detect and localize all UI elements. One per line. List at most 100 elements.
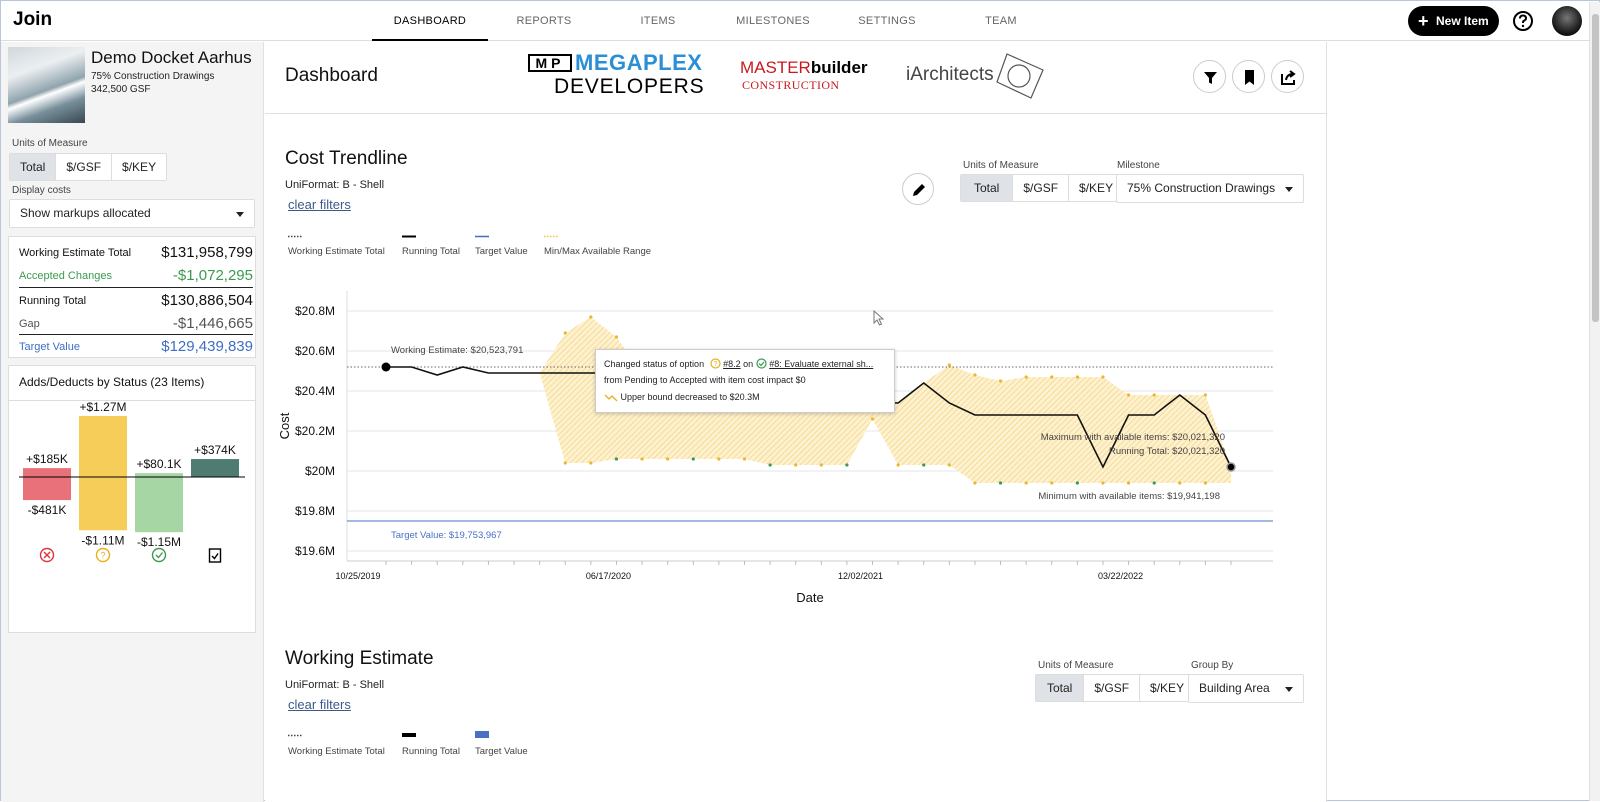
- summary-label: Running Total: [19, 295, 87, 307]
- project-area: 342,500 GSF: [91, 84, 151, 95]
- range-min-point: [1152, 481, 1156, 485]
- summary-row-working-estimate: Working Estimate Total $131,958,799: [19, 239, 253, 262]
- summary-value: -$1,446,665: [172, 315, 253, 332]
- trendline-clear-filters-link[interactable]: clear filters: [288, 197, 351, 212]
- range-max-point: [1203, 393, 1207, 397]
- legend-target-value: Target Value: [475, 246, 528, 257]
- we-units-gsf-button[interactable]: $/GSF: [1084, 675, 1141, 701]
- tooltip-item-link[interactable]: #8: Evaluate external sh...: [769, 359, 873, 369]
- svg-text:?: ?: [713, 361, 717, 368]
- range-min-point: [742, 457, 747, 461]
- range-max-point: [563, 331, 567, 335]
- legend-range-mark: [544, 235, 558, 238]
- legend-dotted-mark: [288, 734, 302, 737]
- we-units-total-button[interactable]: Total: [1036, 675, 1085, 701]
- tab-items[interactable]: ITEMS: [600, 1, 716, 41]
- range-max-point: [1075, 375, 1079, 379]
- tab-settings[interactable]: SETTINGS: [829, 1, 945, 41]
- status-add-label: +$374K: [194, 443, 236, 457]
- tab-reports[interactable]: REPORTS: [486, 1, 602, 41]
- filter-button[interactable]: [1193, 60, 1226, 93]
- trendline-units-total-button[interactable]: Total: [961, 175, 1014, 201]
- app-logo[interactable]: Join: [13, 9, 52, 31]
- status-deduct-label: -$1.11M: [81, 533, 124, 547]
- display-costs-value: Show markups allocated: [20, 206, 151, 220]
- tooltip-line-2: from Pending to Accepted with item cost …: [604, 375, 806, 385]
- project-name: Demo Docket Aarhus: [91, 48, 252, 67]
- page-scrollbar[interactable]: [1589, 2, 1600, 801]
- legend-working-estimate: Working Estimate Total: [288, 246, 385, 257]
- share-button[interactable]: [1271, 60, 1304, 93]
- range-min-point: [1203, 481, 1207, 485]
- y-tick-label: $20.6M: [295, 344, 335, 358]
- tooltip-text: Changed status of option: [604, 359, 705, 369]
- trendline-units-gsf-button[interactable]: $/GSF: [1013, 175, 1070, 201]
- y-tick-label: $20.2M: [295, 424, 335, 438]
- status-add-label: +$1.27M: [79, 402, 126, 414]
- summary-value: -$1,072,295: [172, 267, 253, 284]
- legend-line-mark: [402, 733, 416, 737]
- tab-team[interactable]: TEAM: [943, 1, 1059, 41]
- cost-trendline-chart[interactable]: $20.8M $20.6M $20.4M $20.2M $20M $19.8M $19.6M…: [265, 281, 1327, 621]
- bookmark-button[interactable]: [1232, 60, 1265, 93]
- caret-down-icon: [1285, 187, 1293, 192]
- top-nav: Join DASHBOARD REPORTS ITEMS MILESTONES …: [1, 1, 1589, 41]
- help-icon[interactable]: [1512, 10, 1534, 32]
- range-min-point: [1075, 481, 1079, 485]
- pending-status-icon: ?: [709, 358, 721, 369]
- status-bar-add: [191, 459, 239, 477]
- range-min-point: [1050, 481, 1054, 485]
- megaplex-subtitle: DEVELOPERS: [554, 75, 705, 98]
- new-item-label: New Item: [1436, 14, 1489, 28]
- icon-part: [211, 553, 219, 560]
- new-item-button[interactable]: + New Item: [1408, 6, 1499, 36]
- units-key-button[interactable]: $/KEY: [112, 154, 166, 180]
- legend-working-estimate: Working Estimate Total: [288, 746, 385, 757]
- x-tick-label: 03/22/2022: [1098, 571, 1143, 581]
- range-min-point: [973, 481, 977, 485]
- display-costs-select[interactable]: Show markups allocated: [9, 199, 255, 228]
- clipboard-check-icon: [208, 548, 222, 563]
- range-min-point: [1101, 481, 1105, 485]
- working-estimate-clear-filters-link[interactable]: clear filters: [288, 697, 351, 712]
- status-deduct-label: -$481K: [28, 503, 67, 517]
- plus-icon: +: [1418, 11, 1429, 31]
- working-estimate-title: Working Estimate: [285, 648, 434, 669]
- min-annotation: Minimum with available items: $19,941,19…: [1038, 491, 1220, 502]
- decrease-trend-icon: [604, 394, 618, 402]
- status-chart-title: Adds/Deducts by Status (23 Items): [19, 375, 205, 389]
- start-point: [381, 362, 391, 372]
- y-tick-label: $19.8M: [295, 504, 335, 518]
- user-avatar[interactable]: [1552, 6, 1582, 36]
- target-value-annotation: Target Value: $19,753,967: [391, 530, 502, 541]
- legend-target-mark: [475, 731, 489, 738]
- summary-label: Gap: [19, 318, 40, 330]
- summary-label: Accepted Changes: [19, 270, 112, 282]
- edit-trendline-button[interactable]: [902, 173, 934, 205]
- we-units-key-button[interactable]: $/KEY: [1140, 675, 1194, 701]
- group-by-value: Building Area: [1199, 681, 1270, 695]
- tab-dashboard[interactable]: DASHBOARD: [372, 1, 488, 41]
- trendline-units-key-button[interactable]: $/KEY: [1069, 175, 1123, 201]
- tooltip-text: on: [743, 359, 754, 369]
- tab-milestones[interactable]: MILESTONES: [715, 1, 831, 41]
- scrollbar-thumb[interactable]: [1592, 14, 1599, 322]
- bookmark-icon: [1245, 70, 1254, 85]
- status-bar-add: [135, 473, 183, 477]
- range-min-point: [614, 457, 619, 461]
- milestone-select[interactable]: 75% Construction Drawings: [1116, 174, 1304, 203]
- range-max-point: [1152, 393, 1156, 397]
- masterbuilder-word-2: builder: [810, 58, 868, 77]
- page-title: Dashboard: [285, 65, 378, 86]
- legend-target-value: Target Value: [475, 746, 528, 757]
- range-min-point: [1178, 481, 1182, 485]
- units-gsf-button[interactable]: $/GSF: [56, 154, 113, 180]
- range-min-point: [717, 457, 721, 461]
- legend-dotted-mark: [288, 235, 302, 238]
- group-by-select[interactable]: Building Area: [1188, 674, 1304, 703]
- tooltip-option-link[interactable]: #8.2: [723, 359, 741, 369]
- status-bar-deduct: [23, 477, 71, 501]
- units-total-button[interactable]: Total: [10, 154, 57, 180]
- filter-icon: [1204, 72, 1217, 84]
- summary-label: Working Estimate Total: [19, 247, 132, 259]
